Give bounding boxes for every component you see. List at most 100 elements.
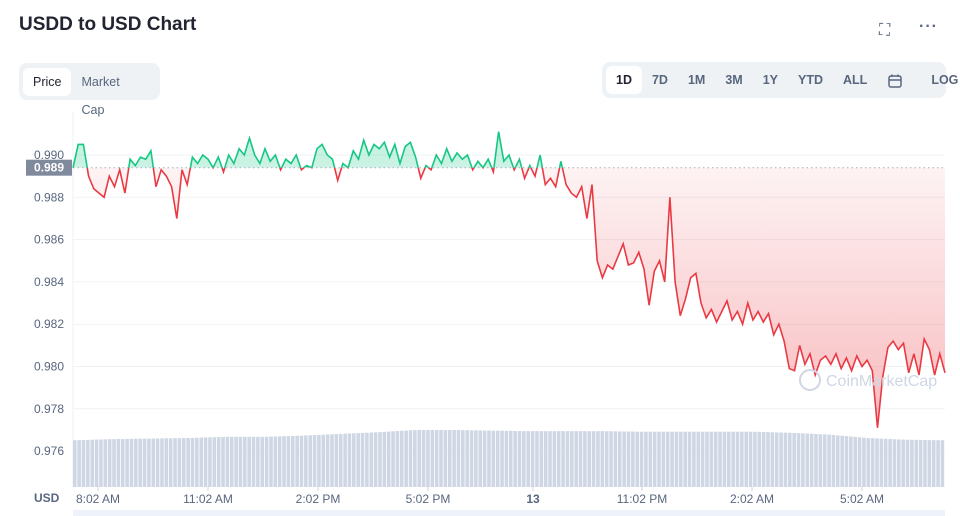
volume-bar: [661, 431, 666, 487]
volume-bar: [182, 438, 186, 487]
volume-bar: [591, 431, 596, 487]
volume-bar: [134, 438, 138, 487]
volume-bar: [452, 430, 456, 487]
volume-bar: [905, 439, 910, 487]
volume-bar: [731, 431, 735, 487]
volume-bar: [447, 430, 452, 487]
volume-bar: [112, 439, 116, 487]
volume-bar: [796, 433, 801, 487]
volume-bar: [543, 431, 548, 487]
volume-bar: [870, 438, 875, 487]
volume-bar: [238, 436, 243, 487]
volume-bar: [360, 432, 365, 487]
volume-bar: [251, 436, 256, 487]
volume-bar: [709, 431, 714, 487]
volume-bar: [827, 434, 831, 487]
volume-bar: [325, 434, 330, 487]
volume-bar: [652, 431, 657, 487]
volume-bar: [190, 437, 195, 487]
volume-bar: [216, 437, 221, 487]
volume-bar: [622, 431, 626, 487]
volume-bar: [735, 431, 740, 487]
volume-bar: [487, 430, 491, 487]
volume-bar: [495, 430, 500, 487]
x-tick-label: 11:02 PM: [617, 492, 667, 506]
volume-bar: [517, 431, 522, 487]
volume-bar: [321, 434, 326, 487]
volume-bar: [465, 430, 469, 487]
volume-bar: [879, 438, 884, 487]
volume-bar: [774, 432, 779, 487]
volume-bar: [317, 434, 321, 487]
volume-bar: [413, 430, 417, 487]
volume-bar: [73, 440, 77, 487]
price-chart[interactable]: 0.9900.9880.9860.9840.9820.9800.9780.976…: [0, 0, 960, 516]
volume-bar: [670, 431, 674, 487]
volume-bar: [243, 436, 247, 487]
volume-bar: [330, 434, 334, 487]
volume-bar: [618, 431, 622, 487]
volume-bar: [225, 436, 230, 487]
volume-bar: [844, 436, 849, 487]
volume-bar: [836, 435, 840, 487]
volume-bar: [386, 431, 391, 487]
volume-bar: [334, 434, 339, 487]
volume-bar: [561, 431, 565, 487]
volume-bar: [417, 430, 421, 487]
volume-bar: [168, 438, 173, 487]
volume-bar: [657, 431, 661, 487]
volume-bar: [356, 433, 360, 487]
volume-bar: [408, 430, 413, 487]
volume-bar: [382, 431, 387, 487]
volume-bar: [395, 431, 400, 487]
volume-bar: [530, 431, 535, 487]
volume-bar: [788, 432, 792, 487]
volume-bar: [155, 438, 160, 487]
volume-bar: [482, 430, 487, 487]
volume-bar: [539, 431, 544, 487]
volume-bar: [343, 433, 347, 487]
volume-bar: [273, 436, 278, 487]
volume-bar: [770, 432, 775, 487]
volume-bar: [683, 431, 687, 487]
volume-bar: [875, 438, 879, 487]
volume-bar: [430, 430, 435, 487]
volume-bar: [86, 439, 90, 487]
volume-bar: [901, 439, 905, 487]
volume-bar: [892, 439, 897, 487]
volume-bar: [809, 433, 814, 487]
volume-bar: [421, 430, 426, 487]
volume-bar: [277, 436, 282, 487]
watermark-logo: CoinMarketCap: [799, 369, 937, 391]
volume-bar: [312, 435, 317, 487]
volume-bar: [94, 439, 99, 487]
volume-bar: [613, 431, 618, 487]
x-tick-label: 2:02 AM: [730, 492, 774, 506]
volume-bar: [260, 436, 265, 487]
volume-bar: [426, 430, 430, 487]
volume-bar: [212, 437, 217, 487]
volume-bar: [269, 436, 273, 487]
x-tick-label: 5:02 AM: [840, 492, 884, 506]
volume-bar: [849, 436, 853, 487]
volume-bar: [286, 436, 291, 487]
volume-bar: [609, 431, 613, 487]
volume-bar: [700, 431, 705, 487]
volume-bar: [378, 432, 382, 487]
volume-bar: [177, 438, 182, 487]
volume-bar: [195, 437, 199, 487]
volume-bar: [687, 431, 692, 487]
volume-bar: [604, 431, 609, 487]
y-tick-label: 0.982: [34, 317, 64, 331]
volume-bar: [142, 438, 147, 487]
volume-bar: [783, 432, 788, 487]
volume-bar: [548, 431, 552, 487]
volume-bar: [234, 436, 238, 487]
volume-bar: [478, 430, 483, 487]
volume-bar: [352, 433, 356, 487]
x-tick-label: 8:02 AM: [76, 492, 120, 506]
watermark-text: CoinMarketCap: [826, 373, 937, 390]
volume-bar: [578, 431, 583, 487]
volume-bar: [474, 430, 478, 487]
x-tick-label: 13: [526, 492, 540, 506]
